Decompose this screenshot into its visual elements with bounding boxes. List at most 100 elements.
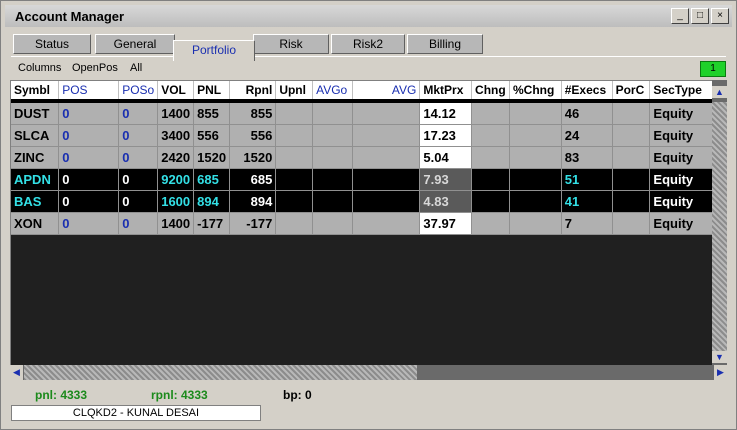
cell-rpnl[interactable]: 855 <box>229 101 277 125</box>
cell-sectype[interactable]: Equity <box>649 212 713 235</box>
cell-vol[interactable]: 1600 <box>157 190 195 213</box>
cell-vol[interactable]: 2420 <box>157 146 195 169</box>
cell-pnl[interactable]: 855 <box>193 101 231 125</box>
cell-chng[interactable] <box>471 190 510 213</box>
cell-vol[interactable]: 1400 <box>157 212 195 235</box>
tab-portfolio[interactable]: Portfolio <box>173 40 255 61</box>
cell-avg[interactable] <box>352 146 421 169</box>
vertical-scrollbar[interactable]: ▲ ▼ <box>712 80 727 365</box>
cell-chng[interactable] <box>471 101 510 125</box>
cell-pnl[interactable]: -177 <box>193 212 231 235</box>
cell-rpnl[interactable]: 894 <box>229 190 277 213</box>
col-upnl[interactable]: Upnl <box>275 81 314 103</box>
table-row[interactable]: DUST 0 0 1400 855 855 14.12 46 Equity <box>11 101 713 125</box>
tab-status[interactable]: Status <box>13 34 91 54</box>
scroll-right-icon[interactable]: ▶ <box>714 365 727 380</box>
cell-pos[interactable]: 0 <box>58 101 120 125</box>
cell-pos[interactable]: 0 <box>58 168 120 191</box>
cell-porc[interactable] <box>612 101 651 125</box>
col-avg[interactable]: AVG <box>352 81 421 103</box>
cell-poso[interactable]: 0 <box>118 124 159 147</box>
table-row[interactable]: APDN 0 0 9200 685 685 7.93 51 Equity <box>11 168 713 191</box>
cell-chng[interactable] <box>471 168 510 191</box>
vertical-scroll-thumb[interactable] <box>712 102 727 352</box>
maximize-button[interactable]: □ <box>691 8 709 24</box>
table-row[interactable]: ZINC 0 0 2420 1520 1520 5.04 83 Equity <box>11 146 713 169</box>
all-menu[interactable]: All <box>130 62 142 74</box>
cell-mktprx[interactable]: 4.83 <box>419 190 473 213</box>
cell-execs[interactable]: 41 <box>561 190 613 213</box>
cell-avg[interactable] <box>352 101 421 125</box>
cell-pnl[interactable]: 1520 <box>193 146 231 169</box>
cell-poso[interactable]: 0 <box>118 146 159 169</box>
col-avgo[interactable]: AVGo <box>312 81 353 103</box>
col-pnl[interactable]: PNL <box>193 81 231 103</box>
cell-sectype[interactable]: Equity <box>649 146 713 169</box>
col-mktprx[interactable]: MktPrx <box>419 81 473 103</box>
cell-poso[interactable]: 0 <box>118 190 159 213</box>
cell-porc[interactable] <box>612 190 651 213</box>
cell-pos[interactable]: 0 <box>58 124 120 147</box>
cell-symbl[interactable]: APDN <box>11 168 60 191</box>
cell-execs[interactable]: 7 <box>561 212 613 235</box>
scroll-down-icon[interactable]: ▼ <box>712 351 727 363</box>
cell-chng[interactable] <box>471 146 510 169</box>
table-row[interactable]: XON 0 0 1400 -177 -177 37.97 7 Equity <box>11 212 713 235</box>
cell-execs[interactable]: 83 <box>561 146 613 169</box>
horizontal-scroll-thumb[interactable] <box>24 365 417 380</box>
close-button[interactable]: × <box>711 8 729 24</box>
table-row[interactable]: BAS 0 0 1600 894 894 4.83 41 Equity <box>11 190 713 213</box>
cell-vol[interactable]: 1400 <box>157 101 195 125</box>
cell-upnl[interactable] <box>275 146 314 169</box>
col-chng[interactable]: Chng <box>471 81 510 103</box>
cell-upnl[interactable] <box>275 124 314 147</box>
cell-pnl[interactable]: 556 <box>193 124 231 147</box>
cell-rpnl[interactable]: -177 <box>229 212 277 235</box>
cell-pnl[interactable]: 685 <box>193 168 231 191</box>
cell-pct-chng[interactable] <box>509 124 562 147</box>
cell-rpnl[interactable]: 685 <box>229 168 277 191</box>
col-rpnl[interactable]: Rpnl <box>229 81 277 103</box>
cell-sectype[interactable]: Equity <box>649 190 713 213</box>
cell-symbl[interactable]: SLCA <box>11 124 60 147</box>
cell-pct-chng[interactable] <box>509 190 562 213</box>
cell-pos[interactable]: 0 <box>58 190 120 213</box>
cell-poso[interactable]: 0 <box>118 212 159 235</box>
scroll-up-icon[interactable]: ▲ <box>712 86 727 98</box>
col-pos[interactable]: POS <box>58 81 120 103</box>
cell-symbl[interactable]: XON <box>11 212 60 235</box>
scroll-left-icon[interactable]: ◀ <box>10 365 23 380</box>
cell-upnl[interactable] <box>275 168 314 191</box>
cell-porc[interactable] <box>612 146 651 169</box>
col-execs[interactable]: #Execs <box>561 81 613 103</box>
cell-mktprx[interactable]: 14.12 <box>419 101 473 125</box>
cell-porc[interactable] <box>612 168 651 191</box>
cell-sectype[interactable]: Equity <box>649 101 713 125</box>
cell-poso[interactable]: 0 <box>118 101 159 125</box>
cell-pos[interactable]: 0 <box>58 212 120 235</box>
cell-symbl[interactable]: BAS <box>11 190 60 213</box>
cell-mktprx[interactable]: 7.93 <box>419 168 473 191</box>
cell-avgo[interactable] <box>312 124 353 147</box>
cell-execs[interactable]: 24 <box>561 124 613 147</box>
col-symbl[interactable]: Symbl <box>11 81 60 103</box>
col-porc[interactable]: PorC <box>612 81 651 103</box>
cell-execs[interactable]: 46 <box>561 101 613 125</box>
cell-symbl[interactable]: DUST <box>11 101 60 125</box>
cell-poso[interactable]: 0 <box>118 168 159 191</box>
title-bar[interactable]: Account Manager _ □ × <box>5 5 732 27</box>
cell-mktprx[interactable]: 37.97 <box>419 212 473 235</box>
cell-symbl[interactable]: ZINC <box>11 146 60 169</box>
cell-avgo[interactable] <box>312 146 353 169</box>
tab-risk[interactable]: Risk <box>253 34 329 54</box>
cell-avgo[interactable] <box>312 190 353 213</box>
cell-pct-chng[interactable] <box>509 101 562 125</box>
cell-avg[interactable] <box>352 168 421 191</box>
col-vol[interactable]: VOL <box>157 81 195 103</box>
cell-upnl[interactable] <box>275 101 314 125</box>
cell-rpnl[interactable]: 556 <box>229 124 277 147</box>
cell-pct-chng[interactable] <box>509 146 562 169</box>
col-sectype[interactable]: SecType <box>649 81 713 103</box>
cell-avgo[interactable] <box>312 168 353 191</box>
cell-avg[interactable] <box>352 212 421 235</box>
